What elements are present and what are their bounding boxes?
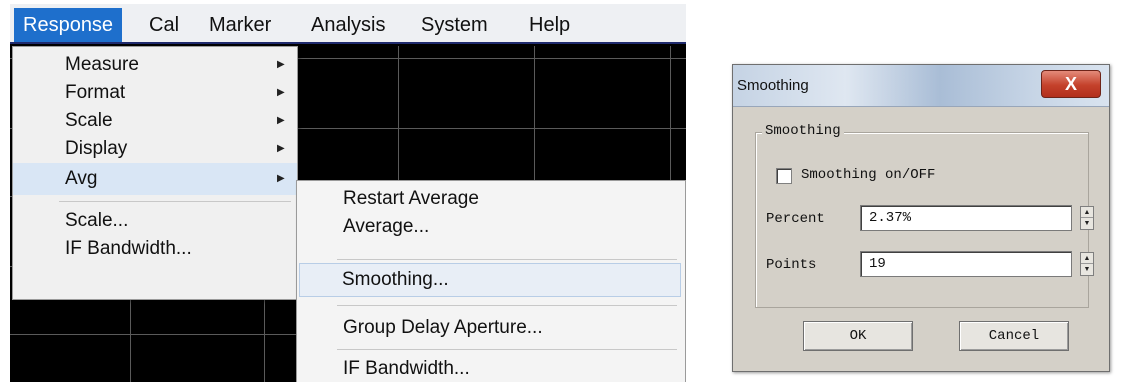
triangle-right-icon: ▶ (277, 143, 285, 154)
submenu-item-if-bandwidth[interactable]: IF Bandwidth... (297, 353, 685, 382)
submenu-item-smoothing[interactable]: Smoothing... (299, 263, 681, 297)
menu-item-display[interactable]: Display ▶ (13, 135, 297, 163)
menu-separator (337, 349, 677, 350)
submenu-item-average[interactable]: Average... (297, 213, 685, 241)
menu-item-scale-dialog[interactable]: Scale... (13, 207, 297, 235)
menu-item-format[interactable]: Format ▶ (13, 79, 297, 107)
menu-system[interactable]: System (412, 8, 497, 42)
menu-cal[interactable]: Cal (140, 8, 188, 42)
percent-input[interactable]: 2.37% (860, 205, 1072, 231)
percent-spinner[interactable]: ▲ ▼ (1080, 206, 1094, 230)
smoothing-checkbox-label[interactable]: Smoothing on/OFF (801, 167, 935, 183)
triangle-up-icon[interactable]: ▲ (1081, 253, 1093, 264)
menu-separator (337, 259, 677, 260)
menu-separator (337, 305, 677, 306)
dialog-title: Smoothing (737, 77, 809, 94)
smoothing-checkbox[interactable] (776, 168, 792, 184)
menu-response[interactable]: Response (14, 8, 123, 42)
menu-item-if-bandwidth[interactable]: IF Bandwidth... (13, 235, 297, 263)
menu-screenshot: Response Cal Marker Analysis System Help… (10, 4, 686, 382)
menu-item-measure[interactable]: Measure ▶ (13, 51, 297, 79)
triangle-down-icon[interactable]: ▼ (1081, 264, 1093, 275)
menu-bar: Response Cal Marker Analysis System Help (10, 4, 686, 44)
points-input[interactable]: 19 (860, 251, 1072, 277)
dialog-titlebar[interactable]: Smoothing X (733, 65, 1109, 107)
percent-label: Percent (766, 211, 825, 227)
points-spinner[interactable]: ▲ ▼ (1080, 252, 1094, 276)
close-icon: X (1064, 74, 1077, 94)
triangle-right-icon: ▶ (277, 59, 285, 70)
close-button[interactable]: X (1041, 70, 1101, 98)
triangle-right-icon: ▶ (277, 87, 285, 98)
cancel-button[interactable]: Cancel (959, 321, 1069, 351)
menu-analysis[interactable]: Analysis (302, 8, 394, 42)
points-label: Points (766, 257, 817, 273)
menu-marker[interactable]: Marker (200, 8, 280, 42)
response-menu: Measure ▶ Format ▶ Scale ▶ Display ▶ Avg… (12, 46, 298, 300)
smoothing-groupbox: Smoothing Smoothing on/OFF Percent 2.37%… (755, 123, 1094, 308)
triangle-right-icon: ▶ (277, 173, 285, 184)
menu-item-scale[interactable]: Scale ▶ (13, 107, 297, 135)
triangle-up-icon[interactable]: ▲ (1081, 207, 1093, 218)
smoothing-dialog: Smoothing X Smoothing Smoothing on/OFF P… (732, 64, 1110, 372)
submenu-item-group-delay-aperture[interactable]: Group Delay Aperture... (297, 311, 685, 345)
submenu-item-restart-average[interactable]: Restart Average (297, 185, 685, 213)
triangle-down-icon[interactable]: ▼ (1081, 218, 1093, 229)
menu-item-avg[interactable]: Avg ▶ (13, 163, 297, 195)
menu-help[interactable]: Help (520, 8, 579, 42)
groupbox-title: Smoothing (762, 123, 844, 139)
avg-submenu: Restart Average Average... Smoothing... … (296, 180, 686, 382)
menu-separator (59, 201, 291, 202)
triangle-right-icon: ▶ (277, 115, 285, 126)
ok-button[interactable]: OK (803, 321, 913, 351)
